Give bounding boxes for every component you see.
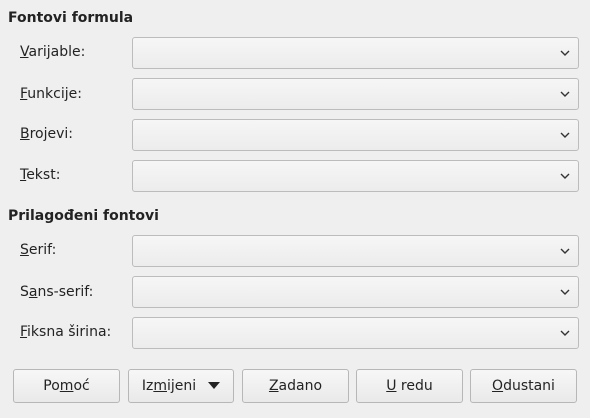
serif-label: Serif: bbox=[20, 242, 57, 258]
functions-label: Funkcije: bbox=[20, 86, 82, 102]
variables-font-select[interactable] bbox=[132, 37, 579, 69]
chevron-down-icon bbox=[560, 289, 570, 295]
chevron-down-icon bbox=[560, 132, 570, 138]
default-button[interactable]: Zadano bbox=[242, 369, 349, 403]
fixed-width-label: Fiksna širina: bbox=[20, 324, 112, 340]
modify-menu-button[interactable]: Izmijeni bbox=[128, 369, 234, 403]
functions-font-select[interactable] bbox=[132, 78, 579, 110]
formula-fonts-title: Fontovi formula bbox=[8, 10, 134, 26]
numbers-label: Brojevi: bbox=[20, 126, 74, 142]
chevron-down-icon bbox=[560, 330, 570, 336]
triangle-down-icon bbox=[208, 381, 221, 389]
chevron-down-icon bbox=[560, 248, 570, 254]
chevron-down-icon bbox=[560, 50, 570, 56]
fixed-width-font-select[interactable] bbox=[132, 317, 579, 349]
sans-serif-label: Sans-serif: bbox=[20, 284, 94, 300]
numbers-font-select[interactable] bbox=[132, 119, 579, 151]
serif-font-select[interactable] bbox=[132, 235, 579, 267]
ok-button[interactable]: U redu bbox=[356, 369, 463, 403]
text-font-select[interactable] bbox=[132, 160, 579, 192]
text-label: Tekst: bbox=[20, 167, 61, 183]
cancel-button[interactable]: Odustani bbox=[470, 369, 577, 403]
chevron-down-icon bbox=[560, 173, 570, 179]
sans-serif-font-select[interactable] bbox=[132, 276, 579, 308]
chevron-down-icon bbox=[560, 91, 570, 97]
custom-fonts-title: Prilagođeni fontovi bbox=[8, 208, 159, 224]
variables-label: Varijable: bbox=[20, 44, 86, 60]
help-button[interactable]: Pomoć bbox=[13, 369, 120, 403]
